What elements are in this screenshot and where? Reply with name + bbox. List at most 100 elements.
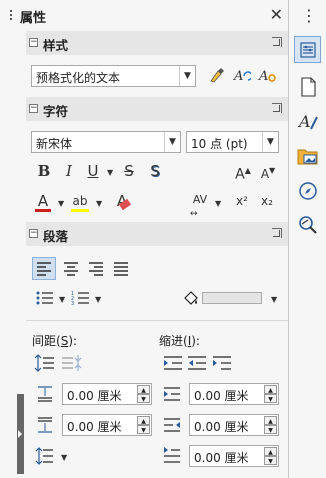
tab-properties[interactable] [294,36,321,63]
spacing-dropdown-icon[interactable]: ▼ [215,199,221,208]
collapse-icon[interactable]: − [29,229,38,238]
strikethrough-button[interactable]: S [120,162,138,180]
shrink-font-button[interactable]: A▼ [258,162,278,183]
collapse-icon[interactable]: − [29,104,38,113]
decrement-icon[interactable]: ▼ [264,394,277,403]
clear-formatting-button[interactable]: A [112,192,132,211]
background-color-button[interactable] [181,288,201,308]
italic-button[interactable]: I [60,162,78,180]
subscript-button[interactable]: x₂ [257,192,277,210]
deck-titlebar: 属性 ✕ [0,0,289,30]
line-spacing-button[interactable] [35,446,55,466]
shadow-button[interactable]: S [146,162,164,180]
decrease-indent-icon [188,356,206,370]
sidebar-menu-icon[interactable]: ⋮ [301,6,317,25]
highlight-button[interactable]: ab [70,192,90,212]
styles-panel-header[interactable]: − 样式 [26,31,288,55]
tab-style-inspector[interactable] [294,211,321,238]
grip-handle-icon[interactable] [10,10,14,22]
more-options-icon[interactable] [272,37,282,47]
above-spacing-stepper[interactable]: ▲ ▼ [137,385,150,403]
styles-icon: A [297,112,318,131]
collapse-icon[interactable]: − [29,38,38,47]
background-color-swatch[interactable] [202,292,262,304]
justify-button[interactable] [110,258,132,279]
more-options-icon[interactable] [272,228,282,238]
character-panel-header[interactable]: − 字符 [26,97,288,121]
highlight-glyph: ab [72,194,88,208]
line-spacing-dropdown-icon[interactable]: ▼ [61,453,67,462]
font-name-combo[interactable]: 新宋体 ▼ [31,131,181,153]
line-spacing-icon [35,447,53,465]
character-spacing-button[interactable]: AV ↔ [189,191,211,219]
bold-button[interactable]: B [35,162,53,180]
paragraph-style-value: 预格式化的文本 [36,71,121,85]
highlight-dropdown-icon[interactable]: ▼ [96,199,102,208]
underline-dropdown-icon[interactable]: ▼ [107,168,113,177]
font-color-dropdown-icon[interactable]: ▼ [58,199,64,208]
paragraph-style-combo[interactable]: 预格式化的文本 ▼ [31,65,196,87]
decrease-paragraph-spacing-button[interactable] [60,353,82,373]
before-indent-stepper[interactable]: ▲ ▼ [264,385,277,403]
tab-page[interactable] [294,73,321,100]
decrement-icon[interactable]: ▼ [137,394,150,403]
decrement-icon[interactable]: ▼ [137,425,150,434]
increment-icon[interactable]: ▲ [137,416,150,425]
paint-bucket-icon [184,291,198,305]
after-indent-field[interactable]: 0.00 厘米 ▲ ▼ [189,414,279,436]
before-indent-icon [162,384,182,404]
chevron-down-icon[interactable]: ▼ [164,132,180,152]
increase-indent-button[interactable] [162,353,184,373]
increment-icon[interactable]: ▲ [264,416,277,425]
font-color-button[interactable]: A [34,192,52,212]
tab-navigator[interactable] [294,177,321,204]
align-right-button[interactable] [85,258,107,279]
numbered-list-dropdown-icon[interactable]: ▼ [95,295,101,304]
increment-icon[interactable]: ▲ [137,385,150,394]
more-options-icon[interactable] [272,103,282,113]
spacing-label: 间距(S): [32,334,78,348]
font-size-combo[interactable]: 10 点 (pt) ▼ [186,131,279,153]
separator [26,320,288,321]
style-inspector-icon [298,216,317,234]
new-style-icon[interactable]: A [257,66,277,89]
sidebar-collapse-handle[interactable] [17,394,24,474]
decrement-icon[interactable]: ▼ [264,456,277,465]
svg-text:A: A [298,112,311,131]
increment-icon[interactable]: ▲ [264,385,277,394]
paragraph-panel-header[interactable]: − 段落 [26,222,288,246]
font-color-glyph: A [37,192,49,210]
update-style-icon[interactable]: A [232,66,253,89]
below-spacing-field[interactable]: 0.00 厘米 ▲ ▼ [62,414,152,436]
first-line-indent-field[interactable]: 0.00 厘米 ▲ ▼ [189,445,279,467]
align-center-button[interactable] [60,258,82,279]
tab-gallery[interactable] [294,142,321,169]
chevron-down-icon[interactable]: ▼ [262,132,278,152]
font-size-value: 10 点 (pt) [191,137,248,151]
numbered-list-button[interactable]: 123 [70,288,92,308]
below-spacing-stepper[interactable]: ▲ ▼ [137,416,150,434]
bullet-list-button[interactable] [34,288,56,308]
before-indent-field[interactable]: 0.00 厘米 ▲ ▼ [189,383,279,405]
superscript-button[interactable]: x² [232,192,252,210]
grow-font-button[interactable]: A▲ [233,162,253,184]
align-left-button[interactable] [32,257,56,280]
bullet-list-dropdown-icon[interactable]: ▼ [59,295,65,304]
first-line-indent-stepper[interactable]: ▲ ▼ [264,447,277,465]
first-line-indent-icon [162,446,182,466]
svg-text:A: A [258,69,268,84]
chevron-down-icon[interactable]: ▼ [179,66,195,86]
hanging-indent-button[interactable] [211,353,233,373]
decrease-indent-button[interactable] [186,353,208,373]
close-icon[interactable]: ✕ [270,5,283,24]
decrement-icon[interactable]: ▼ [264,425,277,434]
set-paragraph-style-icon[interactable] [207,66,227,89]
increase-paragraph-spacing-button[interactable] [34,353,56,373]
underline-button[interactable]: U [84,162,102,180]
tab-styles[interactable]: A [294,107,321,134]
hanging-indent-icon [213,356,231,370]
after-indent-stepper[interactable]: ▲ ▼ [264,416,277,434]
background-color-dropdown-icon[interactable]: ▼ [271,295,277,304]
above-spacing-field[interactable]: 0.00 厘米 ▲ ▼ [62,383,152,405]
increment-icon[interactable]: ▲ [264,447,277,456]
